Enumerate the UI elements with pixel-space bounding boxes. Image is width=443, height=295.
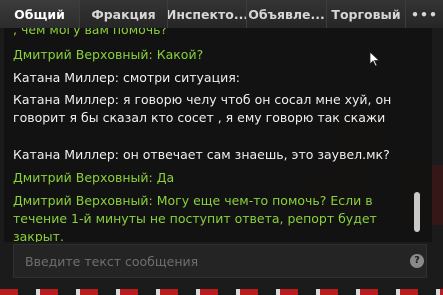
chat-message: , чем могу вам помочь? (13, 28, 168, 37)
tab-faction[interactable]: Фракция (80, 0, 168, 28)
chat-tabs: Общий Фракция Инспекто... Объявле... Тор… (0, 0, 443, 28)
mouse-cursor-icon (369, 51, 381, 67)
roulette-edge (0, 289, 443, 295)
tab-inspector[interactable]: Инспекто... (168, 0, 247, 28)
message-input[interactable] (14, 245, 400, 277)
chat-scrollbar[interactable] (414, 192, 420, 232)
tab-trade[interactable]: Торговый (327, 0, 406, 28)
tab-more[interactable]: ••• (406, 0, 443, 28)
message-input-box: ? (13, 244, 427, 278)
chat-message: Дмитрий Верховный: Могу еще чем-то помоч… (13, 193, 377, 242)
chat-message: Катана Миллер: он отвечает сам знаешь, э… (13, 147, 390, 162)
help-icon[interactable]: ? (410, 254, 424, 268)
tab-general[interactable]: Общий (0, 0, 80, 28)
chat-message: Катана Миллер: смотри ситуация: (13, 70, 240, 85)
tab-ads[interactable]: Объявле... (247, 0, 327, 28)
chat-message: Катана Миллер: я говорю челу чтоб он сос… (13, 92, 392, 125)
chat-log[interactable]: , чем могу вам помочь? Дмитрий Верховный… (4, 28, 432, 242)
chat-message: Дмитрий Верховный: Да (13, 170, 175, 185)
chat-message: Дмитрий Верховный: Какой? (13, 47, 204, 62)
